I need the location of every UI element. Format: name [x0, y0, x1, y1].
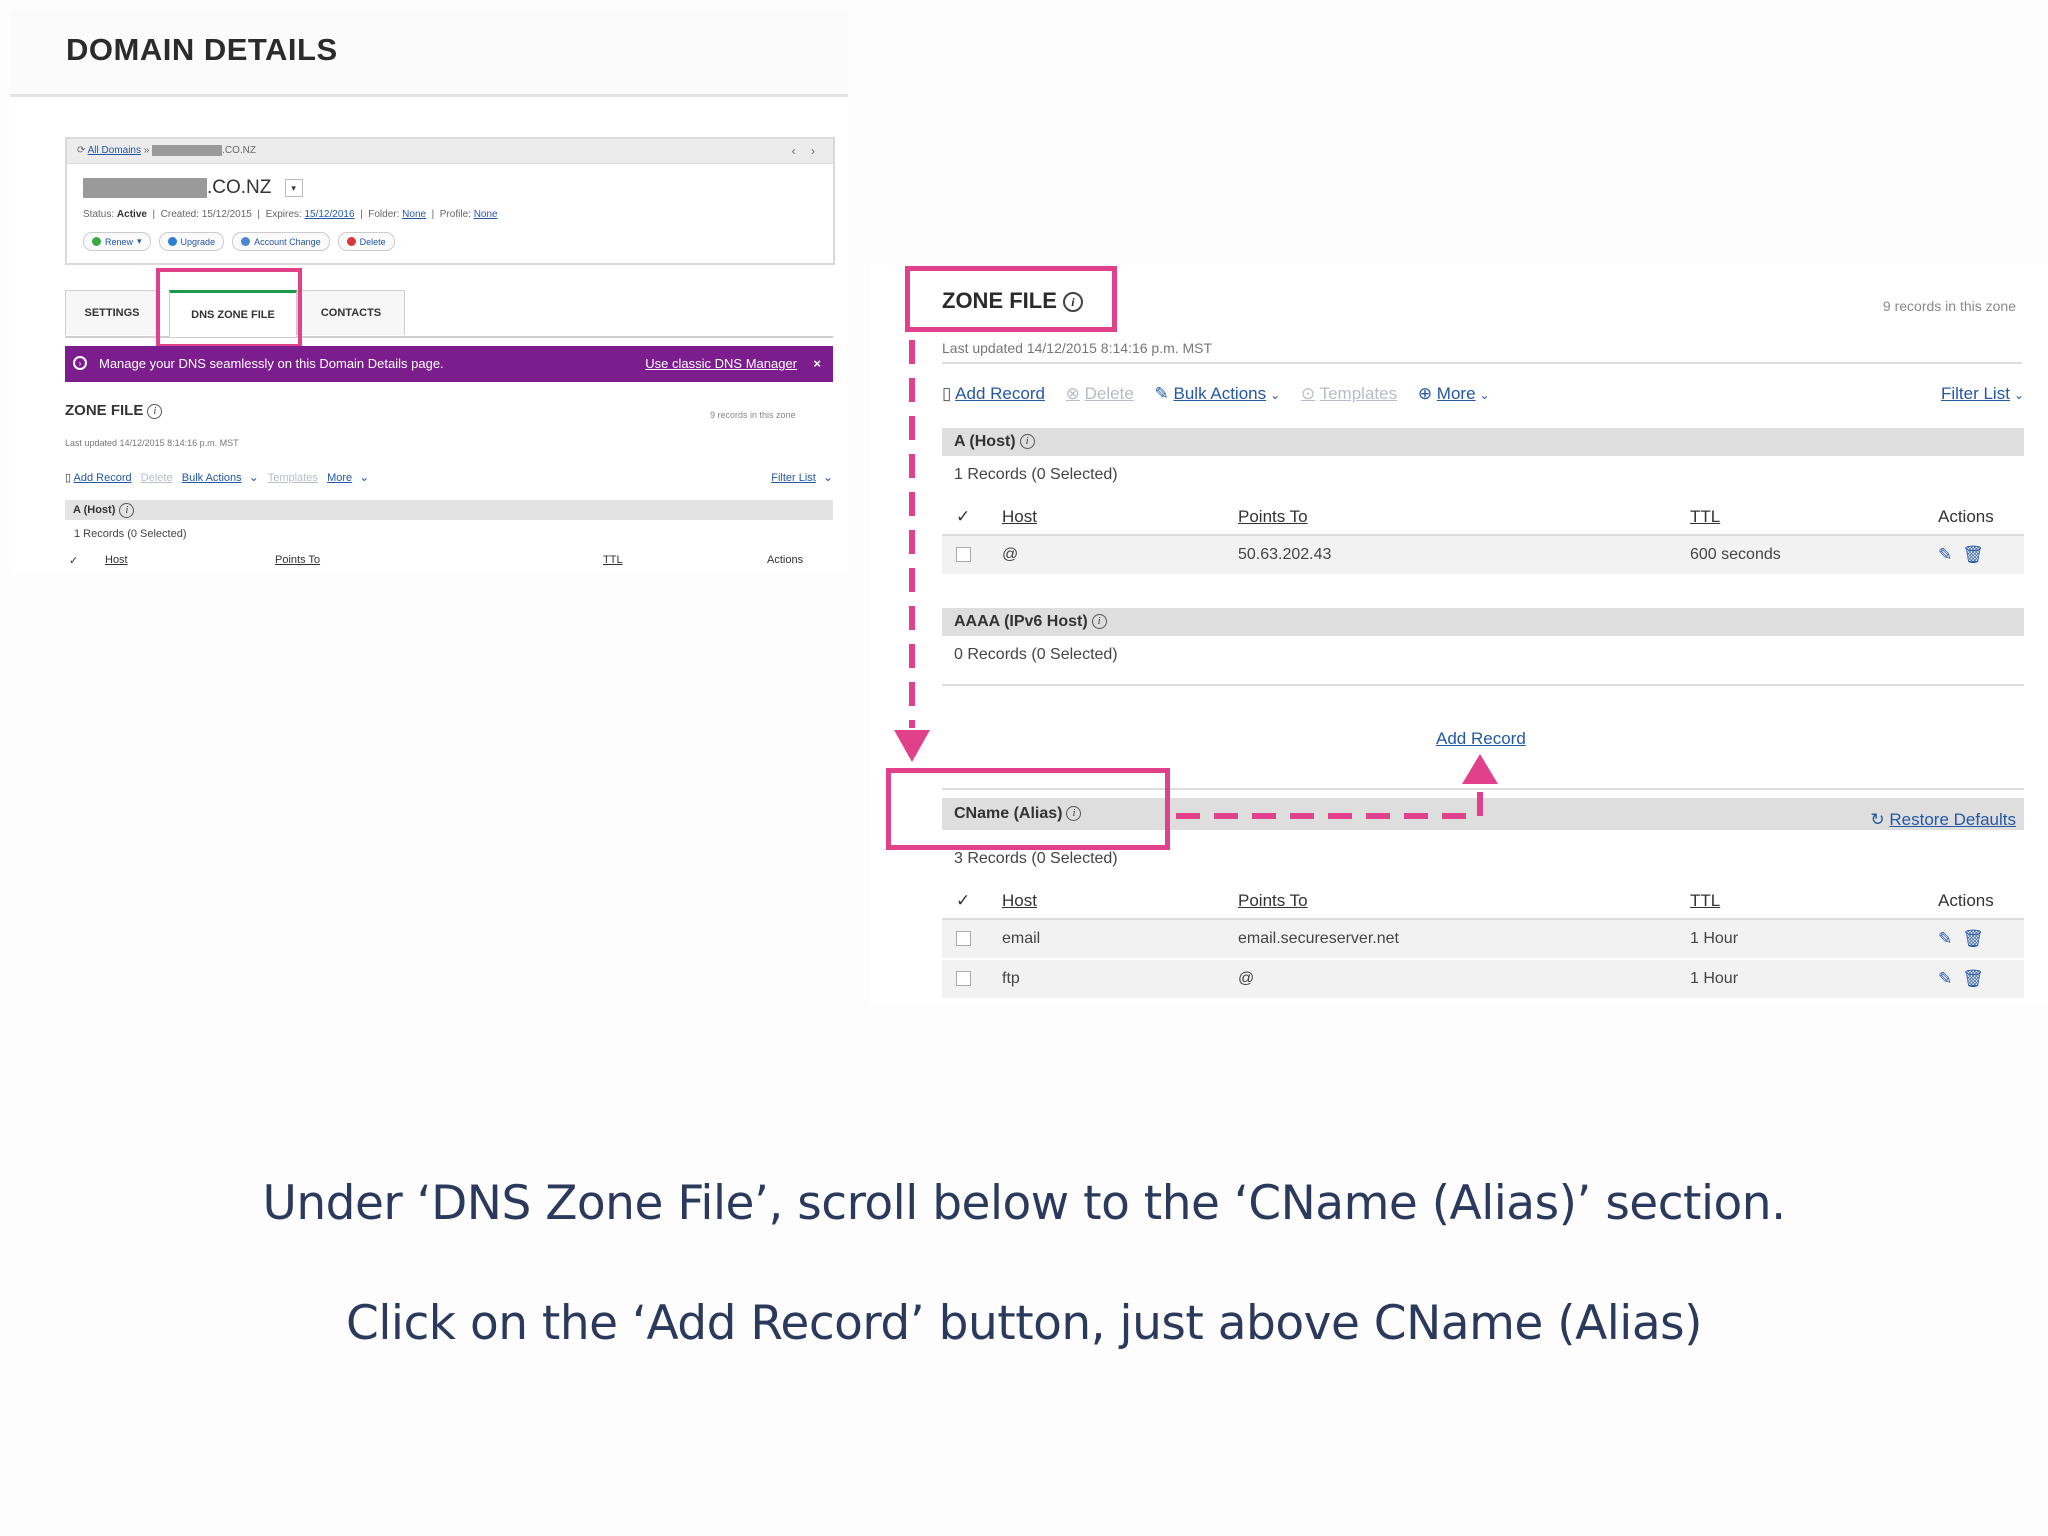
down-arrowhead	[894, 730, 930, 762]
instruction-line-2: Click on the ‘Add Record’ button, just a…	[346, 1296, 1702, 1351]
up-arrowhead	[1462, 754, 1498, 784]
instruction-line-1: Under ‘DNS Zone File’, scroll below to t…	[262, 1176, 1786, 1231]
dashed-right-line	[1176, 786, 1483, 819]
